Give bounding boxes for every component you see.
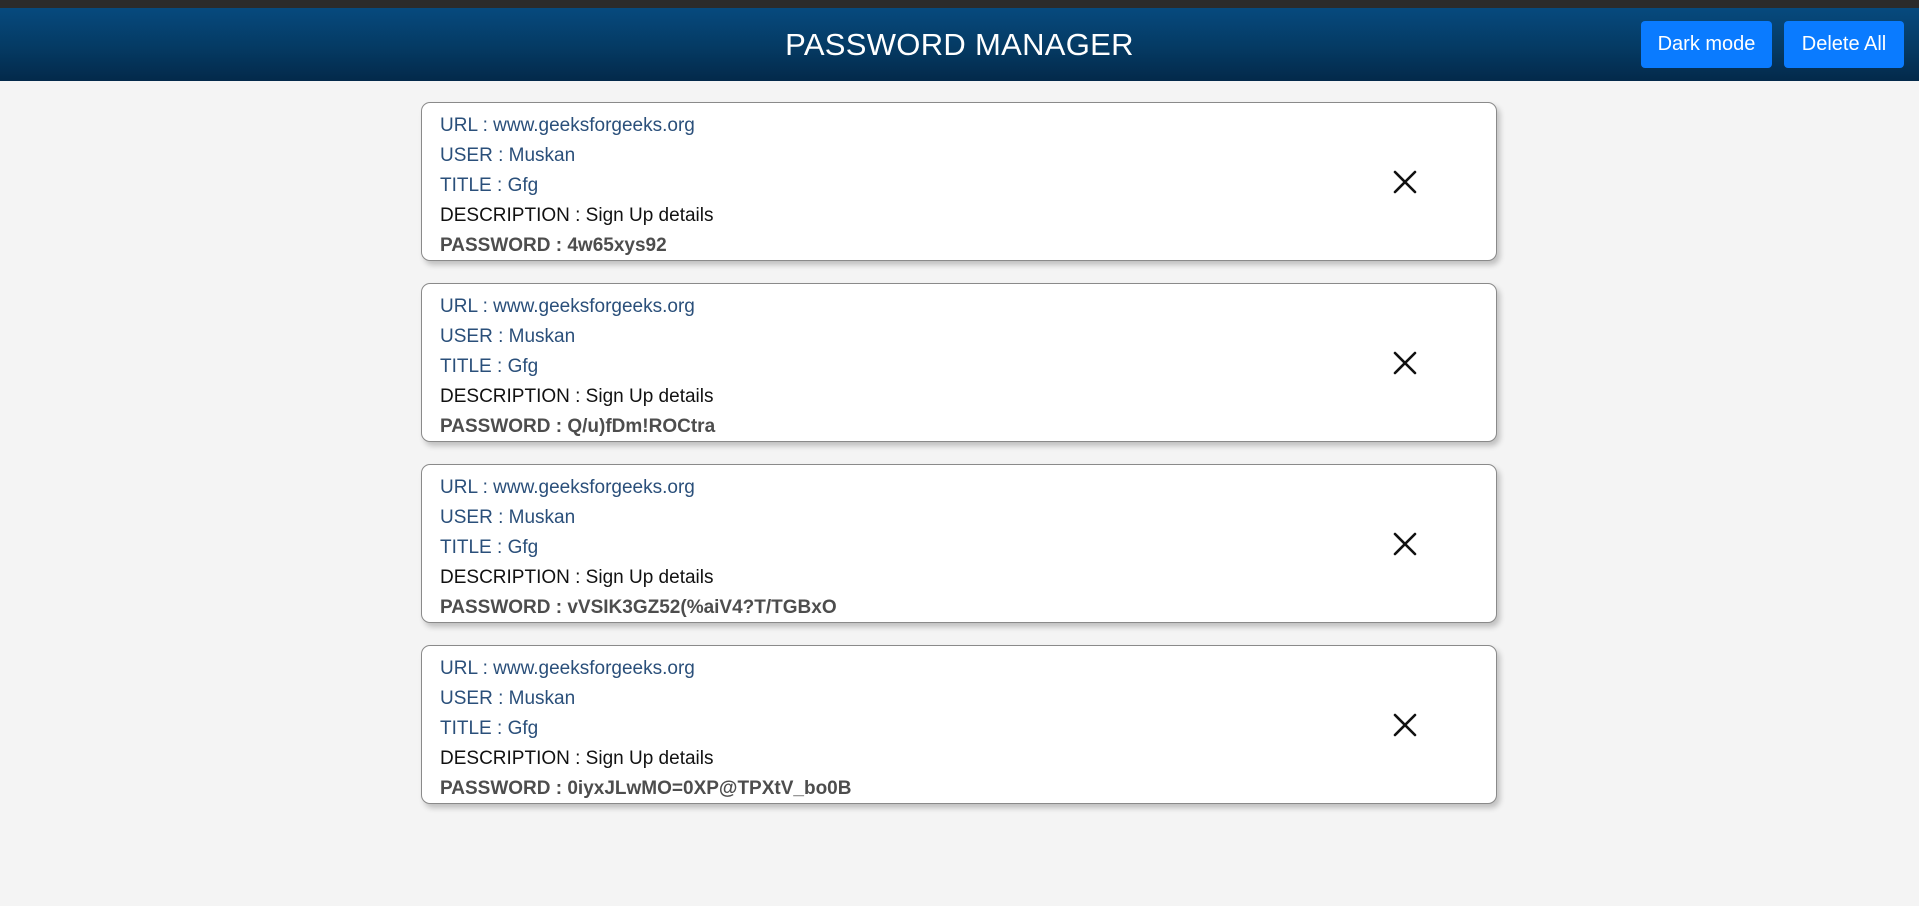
entry-user: USER : Muskan [440, 326, 576, 347]
close-icon[interactable] [1390, 167, 1420, 197]
close-icon[interactable] [1390, 348, 1420, 378]
entry-password: PASSWORD : 4w65xys92 [440, 235, 667, 256]
entry-description: DESCRIPTION : Sign Up details [440, 748, 714, 769]
entry-description: DESCRIPTION : Sign Up details [440, 205, 714, 226]
entry-title: TITLE : Gfg [440, 356, 539, 377]
entry-password: PASSWORD : 0iyxJLwMO=0XP@TPXtV_bo0B [440, 778, 852, 799]
entry-password: PASSWORD : Q/u)fDm!ROCtra [440, 416, 716, 437]
password-entry-card: URL : www.geeksforgeeks.org USER : Muska… [421, 102, 1497, 261]
app-header: PASSWORD MANAGER Dark mode Delete All [0, 8, 1919, 81]
entry-url: URL : www.geeksforgeeks.org [440, 115, 695, 136]
entry-url: URL : www.geeksforgeeks.org [440, 477, 695, 498]
entry-title: TITLE : Gfg [440, 537, 539, 558]
entry-user: USER : Muskan [440, 507, 576, 528]
entry-password: PASSWORD : vVSIK3GZ52(%aiV4?T/TGBxO [440, 597, 837, 618]
entry-title: TITLE : Gfg [440, 718, 539, 739]
entry-url: URL : www.geeksforgeeks.org [440, 658, 695, 679]
page-title: PASSWORD MANAGER [785, 27, 1134, 62]
entry-description: DESCRIPTION : Sign Up details [440, 567, 714, 588]
close-icon[interactable] [1390, 710, 1420, 740]
delete-all-button[interactable]: Delete All [1784, 21, 1904, 68]
entry-description: DESCRIPTION : Sign Up details [440, 386, 714, 407]
entry-title: TITLE : Gfg [440, 175, 539, 196]
close-icon[interactable] [1390, 529, 1420, 559]
password-entry-card: URL : www.geeksforgeeks.org USER : Muska… [421, 283, 1497, 442]
entry-url: URL : www.geeksforgeeks.org [440, 296, 695, 317]
dark-mode-button[interactable]: Dark mode [1641, 21, 1772, 68]
password-entry-card: URL : www.geeksforgeeks.org USER : Muska… [421, 464, 1497, 623]
window-top-strip [0, 0, 1919, 8]
password-entry-card: URL : www.geeksforgeeks.org USER : Muska… [421, 645, 1497, 804]
entry-user: USER : Muskan [440, 688, 576, 709]
entry-user: USER : Muskan [440, 145, 576, 166]
